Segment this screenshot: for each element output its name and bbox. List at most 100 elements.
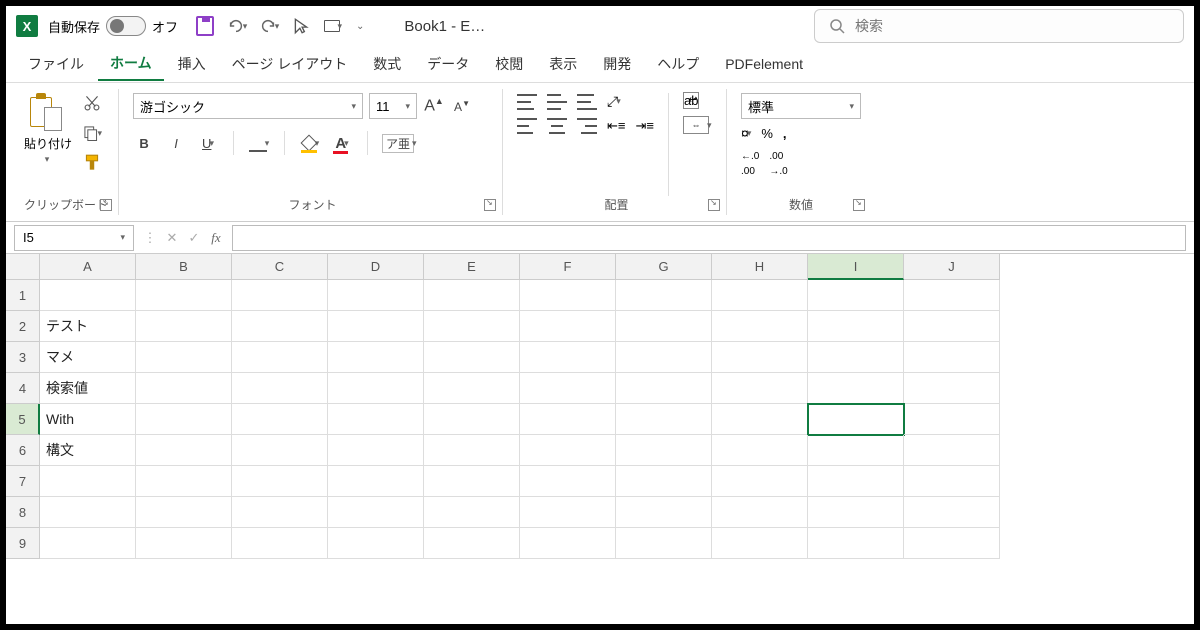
cell[interactable] xyxy=(232,342,328,373)
cell[interactable] xyxy=(328,435,424,466)
cell[interactable] xyxy=(424,342,520,373)
cell[interactable] xyxy=(40,466,136,497)
cell[interactable] xyxy=(904,404,1000,435)
decrease-decimal-button[interactable]: .00 →.0 xyxy=(769,147,787,177)
cell[interactable] xyxy=(712,528,808,559)
cell[interactable] xyxy=(328,528,424,559)
cell[interactable] xyxy=(520,342,616,373)
name-box[interactable]: I5 ▾ xyxy=(14,225,134,251)
tab-developer[interactable]: 開発 xyxy=(591,48,643,80)
cell[interactable] xyxy=(520,280,616,311)
cell[interactable] xyxy=(424,435,520,466)
cell[interactable] xyxy=(712,497,808,528)
cell[interactable] xyxy=(520,435,616,466)
column-header[interactable]: F xyxy=(520,254,616,280)
cell[interactable] xyxy=(232,435,328,466)
cell[interactable] xyxy=(424,528,520,559)
cell[interactable] xyxy=(136,342,232,373)
decrease-indent-button[interactable]: ⇤≡ xyxy=(607,118,625,134)
copy-button[interactable]: ▾ xyxy=(82,123,102,143)
column-header[interactable]: J xyxy=(904,254,1000,280)
search-input[interactable] xyxy=(855,18,1169,34)
cell[interactable] xyxy=(520,404,616,435)
dialog-launcher-icon[interactable] xyxy=(708,199,720,211)
row-header[interactable]: 5 xyxy=(6,404,40,435)
cell[interactable] xyxy=(712,404,808,435)
column-header[interactable]: A xyxy=(40,254,136,280)
align-bottom-button[interactable] xyxy=(577,94,597,110)
row-header[interactable]: 3 xyxy=(6,342,40,373)
align-middle-button[interactable] xyxy=(547,94,567,110)
cell[interactable] xyxy=(904,466,1000,497)
cell[interactable] xyxy=(616,497,712,528)
cell[interactable] xyxy=(616,342,712,373)
merge-center-button[interactable]: ⇔▾ xyxy=(683,116,712,134)
cell[interactable] xyxy=(808,466,904,497)
cell[interactable] xyxy=(232,528,328,559)
row-header[interactable]: 7 xyxy=(6,466,40,497)
column-header[interactable]: G xyxy=(616,254,712,280)
enter-formula-icon[interactable]: ✓ xyxy=(186,230,202,246)
format-painter-button[interactable] xyxy=(82,153,102,173)
column-header[interactable]: E xyxy=(424,254,520,280)
cursor-mode-icon[interactable] xyxy=(292,17,310,35)
cell[interactable] xyxy=(232,280,328,311)
redo-button[interactable]: ▾ xyxy=(260,17,278,35)
cell[interactable] xyxy=(424,311,520,342)
cell[interactable] xyxy=(232,466,328,497)
cell[interactable] xyxy=(904,497,1000,528)
cell[interactable]: 検索値 xyxy=(40,373,136,404)
qat-customize-chevron-icon[interactable]: ⌄ xyxy=(356,21,364,32)
cell[interactable] xyxy=(328,466,424,497)
cell[interactable] xyxy=(616,435,712,466)
cell[interactable] xyxy=(808,404,904,435)
cell[interactable] xyxy=(232,404,328,435)
cell[interactable]: テスト xyxy=(40,311,136,342)
increase-decimal-button[interactable]: ←.0 .00 xyxy=(741,147,759,177)
tab-review[interactable]: 校閲 xyxy=(483,48,535,80)
row-header[interactable]: 4 xyxy=(6,373,40,404)
cell[interactable] xyxy=(712,280,808,311)
orientation-button[interactable]: ⤢▾ xyxy=(607,93,621,110)
column-header[interactable]: H xyxy=(712,254,808,280)
cell[interactable]: 構文 xyxy=(40,435,136,466)
row-header[interactable]: 6 xyxy=(6,435,40,466)
cell[interactable] xyxy=(808,373,904,404)
tab-home[interactable]: ホーム xyxy=(98,47,164,81)
tab-page-layout[interactable]: ページ レイアウト xyxy=(220,48,360,80)
tab-file[interactable]: ファイル xyxy=(16,48,96,80)
number-format-combo[interactable]: 標準 ▾ xyxy=(741,93,861,119)
cell[interactable] xyxy=(904,373,1000,404)
cell[interactable] xyxy=(808,311,904,342)
cell[interactable] xyxy=(520,528,616,559)
cell[interactable] xyxy=(136,373,232,404)
cell[interactable] xyxy=(808,497,904,528)
cell[interactable] xyxy=(616,311,712,342)
align-right-button[interactable] xyxy=(577,118,597,134)
cell[interactable] xyxy=(808,528,904,559)
tab-formulas[interactable]: 数式 xyxy=(361,48,413,80)
cell[interactable] xyxy=(520,497,616,528)
column-header[interactable]: D xyxy=(328,254,424,280)
increase-indent-button[interactable]: ⇥≡ xyxy=(636,118,654,134)
cell[interactable] xyxy=(328,404,424,435)
worksheet-grid[interactable]: ABCDEFGHIJ 12テスト3マメ4検索値5With6構文789 A列に適当… xyxy=(6,254,1194,559)
cell[interactable] xyxy=(904,435,1000,466)
font-color-button[interactable]: A▾ xyxy=(331,131,353,155)
paste-button[interactable]: 貼り付け ▾ xyxy=(24,93,72,165)
cell[interactable] xyxy=(136,280,232,311)
cell[interactable] xyxy=(424,404,520,435)
cell[interactable] xyxy=(712,342,808,373)
border-button[interactable]: ▾ xyxy=(248,131,270,155)
cell[interactable] xyxy=(712,373,808,404)
cell[interactable] xyxy=(808,280,904,311)
cell[interactable] xyxy=(328,311,424,342)
cell[interactable] xyxy=(616,373,712,404)
toggle-off-icon[interactable] xyxy=(106,16,146,36)
undo-button[interactable]: ▾ xyxy=(228,17,246,35)
autosave-toggle[interactable]: 自動保存 オフ xyxy=(48,16,178,36)
wrap-text-button[interactable]: ab xyxy=(683,93,712,108)
dialog-launcher-icon[interactable] xyxy=(853,199,865,211)
cell[interactable] xyxy=(904,528,1000,559)
font-size-combo[interactable]: 11 ▾ xyxy=(369,93,417,119)
